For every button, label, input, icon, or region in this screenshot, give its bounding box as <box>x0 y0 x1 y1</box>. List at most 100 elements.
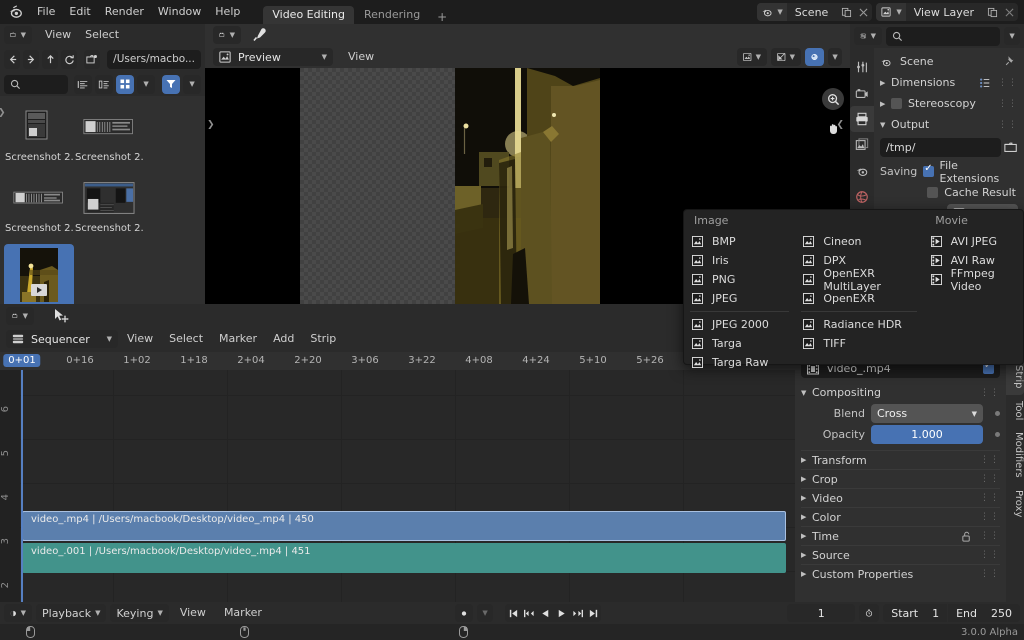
format-item-ffmpeg-video[interactable]: FFmpeg Video <box>923 267 1023 293</box>
panel-video[interactable]: ▶ Video ⋮⋮ <box>801 488 1000 507</box>
timeline-menu-marker[interactable]: Marker <box>217 603 269 623</box>
unlock-icon[interactable] <box>961 531 975 542</box>
menu-help[interactable]: Help <box>208 2 247 22</box>
sequencer-menu-marker[interactable]: Marker <box>212 329 264 349</box>
format-item-jpeg[interactable]: JPEG <box>684 289 795 308</box>
file-browser-menu-select[interactable]: Select <box>78 25 126 45</box>
sequencer-strip-canvas[interactable]: 6 5 4 3 2 1 video_.mp4 | /Users/macbook/… <box>0 370 795 640</box>
play-reverse-icon[interactable] <box>537 604 554 622</box>
panel-drag-handle[interactable]: ⋮⋮ <box>980 512 1000 522</box>
playback-popover-button[interactable]: Playback ▼ <box>36 604 107 622</box>
jump-to-start-icon[interactable] <box>505 604 522 622</box>
file-browser-menu-view[interactable]: View <box>38 25 78 45</box>
menu-render[interactable]: Render <box>98 2 151 22</box>
display-channels-icon[interactable]: ▼ <box>737 48 767 66</box>
stereoscopy-checkbox[interactable] <box>891 98 902 109</box>
proxy-icon[interactable]: ▼ <box>771 48 801 66</box>
panel-time[interactable]: ▶ Time ⋮⋮ <box>801 526 1000 545</box>
play-icon[interactable] <box>553 604 570 622</box>
file-browser-editor-icon[interactable]: ▼ <box>4 26 32 44</box>
format-item-cineon[interactable]: Cineon <box>795 232 922 251</box>
format-item-openexr-multilayer[interactable]: OpenEXR MultiLayer <box>795 267 922 293</box>
timeline-editor-icon[interactable]: ▼ <box>4 604 32 622</box>
format-item-jpeg2000[interactable]: JPEG 2000 <box>684 315 795 334</box>
format-item-targa[interactable]: Targa <box>684 334 795 353</box>
scene-selector[interactable]: ▼ Scene <box>757 3 873 21</box>
file-browser-file-grid[interactable]: ❯ Screenshot 2... Screenshot 2... <box>0 96 205 328</box>
scene-icon[interactable]: ▼ <box>757 3 787 21</box>
display-mode-list-long[interactable] <box>95 74 114 94</box>
region-toggle-icon[interactable]: ❯ <box>0 108 6 118</box>
display-mode-list-short[interactable] <box>74 74 93 94</box>
display-options-dropdown[interactable]: ▼ <box>137 74 156 94</box>
search-input[interactable] <box>4 74 69 94</box>
cache-result-checkbox[interactable] <box>927 187 939 198</box>
funnel-icon[interactable] <box>162 74 181 94</box>
panel-drag-handle[interactable]: ⋮⋮ <box>980 455 1000 465</box>
scene-name[interactable]: Scene <box>787 6 839 19</box>
record-options-dropdown[interactable]: ▼ <box>477 604 494 622</box>
format-item-iris[interactable]: Iris <box>684 251 795 270</box>
file-format-dropdown-menu[interactable]: Image Movie BMP Iris PNG JPEG JPEG 2000 … <box>683 209 1024 369</box>
transform-cursor-icon[interactable] <box>52 307 70 325</box>
panel-color[interactable]: ▶ Color ⋮⋮ <box>801 507 1000 526</box>
menu-file[interactable]: File <box>30 2 62 22</box>
tab-modifiers[interactable]: Modifiers <box>1006 426 1024 484</box>
file-item[interactable]: Screenshot 2... <box>4 102 74 165</box>
panel-drag-handle[interactable]: ⋮⋮ <box>980 493 1000 503</box>
properties-tab-output[interactable] <box>850 106 874 132</box>
file-extensions-checkbox[interactable] <box>923 163 934 177</box>
refresh-icon[interactable] <box>61 49 78 69</box>
panel-output[interactable]: ▼ Output ⋮⋮ <box>880 115 1018 134</box>
sequencer-timeline-ruler[interactable]: 0+01 0+16 1+02 1+18 2+04 2+20 3+06 3+22 … <box>0 352 795 370</box>
sequencer-editor-icon[interactable]: ▼ <box>6 307 34 325</box>
tab-tool[interactable]: Tool <box>1006 395 1024 426</box>
format-item-tiff[interactable]: TIFF <box>795 334 922 353</box>
properties-editor-icon[interactable]: ▼ <box>854 27 882 45</box>
filter-options-dropdown[interactable]: ▼ <box>183 74 202 94</box>
file-item[interactable]: Screenshot 2... <box>74 102 144 165</box>
panel-crop[interactable]: ▶ Crop ⋮⋮ <box>801 469 1000 488</box>
close-icon[interactable] <box>855 3 872 21</box>
preview-menu-view[interactable]: View <box>341 47 381 67</box>
eyedropper-icon[interactable] <box>251 27 267 43</box>
opacity-slider[interactable]: 1.000 <box>871 425 983 444</box>
properties-tab-tool[interactable] <box>850 54 874 80</box>
format-item-bmp[interactable]: BMP <box>684 232 795 251</box>
blender-logo-icon[interactable] <box>8 5 22 19</box>
playhead[interactable] <box>21 370 23 640</box>
record-dot-icon[interactable] <box>455 604 474 622</box>
path-field[interactable]: /Users/macbo... <box>107 49 201 69</box>
menu-edit[interactable]: Edit <box>62 2 97 22</box>
sequencer-menu-strip[interactable]: Strip <box>303 329 343 349</box>
properties-tab-world[interactable] <box>850 184 874 210</box>
view-layer-name[interactable]: View Layer <box>906 6 984 19</box>
tab-proxy[interactable]: Proxy <box>1006 484 1024 523</box>
sequencer-strip-video-001[interactable]: video_.001 | /Users/macbook/Desktop/vide… <box>22 543 786 573</box>
sequencer-menu-add[interactable]: Add <box>266 329 301 349</box>
panel-drag-handle[interactable]: ⋮⋮ <box>980 531 1000 541</box>
keying-popover-button[interactable]: Keying ▼ <box>110 604 169 622</box>
new-folder-icon[interactable] <box>84 49 101 69</box>
presets-icon[interactable] <box>979 77 993 89</box>
panel-drag-handle[interactable]: ⋮⋮ <box>998 78 1018 88</box>
zoom-icon[interactable] <box>822 88 844 110</box>
viewlayer-selector[interactable]: ▼ View Layer <box>876 3 1018 21</box>
jump-to-end-icon[interactable] <box>585 604 602 622</box>
previous-keyframe-icon[interactable] <box>521 604 538 622</box>
blend-select[interactable]: Cross ▼ <box>871 404 983 423</box>
end-frame-field[interactable]: End 250 <box>948 604 1020 622</box>
panel-transform[interactable]: ▶ Transform ⋮⋮ <box>801 450 1000 469</box>
region-toggle-icon[interactable]: ❯ <box>207 120 215 130</box>
output-path-field[interactable]: /tmp/ <box>880 138 1001 157</box>
panel-drag-handle[interactable]: ⋮⋮ <box>980 474 1000 484</box>
sequencer-menu-view[interactable]: View <box>120 329 160 349</box>
stopwatch-icon[interactable] <box>859 604 880 622</box>
animate-dot-icon[interactable] <box>995 432 1000 437</box>
duplicate-icon[interactable] <box>984 3 1001 21</box>
properties-options-dropdown[interactable]: ▼ <box>1004 27 1020 45</box>
add-workspace-button[interactable]: + <box>430 10 454 24</box>
panel-source[interactable]: ▶ Source ⋮⋮ <box>801 545 1000 564</box>
format-item-png[interactable]: PNG <box>684 270 795 289</box>
file-item[interactable]: Screenshot 2... <box>4 173 74 236</box>
